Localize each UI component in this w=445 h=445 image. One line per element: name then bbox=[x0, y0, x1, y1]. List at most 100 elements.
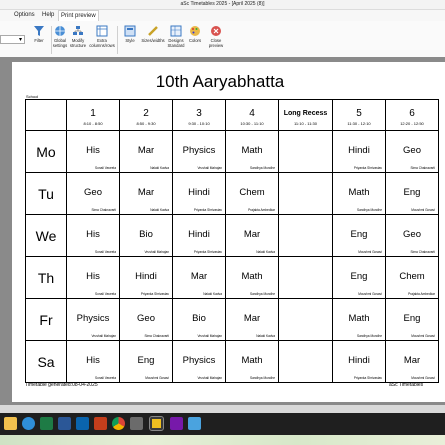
menu-bar: Options Help Print preview bbox=[0, 10, 445, 21]
recess-cell bbox=[278, 214, 333, 257]
menu-help[interactable]: Help bbox=[40, 10, 56, 21]
subject-name: His bbox=[86, 355, 100, 366]
subject-name: Chem bbox=[399, 271, 425, 282]
teacher-name: Sonali Vaveela bbox=[94, 376, 116, 380]
teacher-name: Vrushali Mahajan bbox=[91, 334, 116, 338]
timetable-title: 10th Aaryabhatta bbox=[155, 72, 285, 91]
lesson-cell: Chem Prajakta Ambedkar bbox=[385, 256, 439, 299]
teacher-name: Sandhya Mundhe bbox=[357, 334, 382, 338]
filter-label: Filter bbox=[34, 38, 44, 43]
day-row: We His Sonali Vaveela Bio Vrushali Mahajan Hi… bbox=[25, 214, 439, 257]
teacher-name: Prajakta Ambedkar bbox=[248, 208, 275, 212]
timetable-grid: 1 8:10 - 8:50 2 8:50 - 9:30 3 9:30 - 10:10 … bbox=[25, 99, 439, 383]
structure-icon bbox=[73, 26, 83, 35]
lesson-cell: Mar Nalaki Kadva bbox=[225, 214, 279, 257]
ruler-icon bbox=[148, 26, 158, 36]
teacher-name: Sandhya Mundhe bbox=[250, 166, 275, 170]
outlook-icon[interactable] bbox=[76, 417, 89, 430]
subject-name: Mar bbox=[243, 229, 261, 240]
colors-label: Colors bbox=[188, 38, 202, 43]
day-row: Sa His Sonali Vaveela Eng Moushmi Gosavi Phys… bbox=[25, 340, 439, 383]
lesson-cell: Eng Moushmi Gosavi bbox=[385, 172, 439, 215]
subject-name: His bbox=[86, 271, 100, 282]
excel-icon[interactable] bbox=[40, 417, 53, 430]
menu-options[interactable]: Options bbox=[12, 10, 37, 21]
file-explorer-icon[interactable] bbox=[4, 417, 17, 430]
lesson-cell: Geo Sima Chakravarti bbox=[385, 130, 439, 173]
subject-name: Physics bbox=[182, 355, 216, 366]
lesson-cell: Mar Nalaki Kadva bbox=[119, 130, 173, 173]
timetable-page: 10th Aaryabhatta School 1 8:10 - 8:50 2 8:… bbox=[12, 62, 445, 402]
subject-name: Geo bbox=[137, 313, 155, 324]
teacher-name: Sandhya Mundhe bbox=[250, 292, 275, 296]
day-row: Tu Geo Sima Chakravarti Mar Nalaki Kadva Hind… bbox=[25, 172, 439, 215]
subject-name: Hindi bbox=[348, 145, 370, 156]
teacher-name: Nalaki Kadva bbox=[150, 166, 169, 170]
sizes-widths-label: Sizes/widths bbox=[141, 38, 165, 43]
word-icon[interactable] bbox=[58, 417, 71, 430]
lesson-cell: Hindi Priyanka Shrivastav bbox=[119, 256, 173, 299]
notepad-icon[interactable] bbox=[188, 417, 201, 430]
asc-logo-icon bbox=[152, 419, 161, 428]
lesson-cell: His Sonali Vaveela bbox=[66, 256, 120, 299]
teacher-name: Sonali Vaveela bbox=[94, 292, 116, 296]
period-header: 4 10:30 - 11:10 bbox=[225, 99, 279, 131]
lesson-cell: Bio Vrushali Mahajan bbox=[172, 298, 226, 341]
extra-columns-rows-button[interactable]: Extra columns/rows bbox=[89, 25, 115, 48]
close-preview-button[interactable]: Close preview bbox=[203, 25, 229, 48]
subject-name: Mar bbox=[403, 355, 421, 366]
onenote-icon[interactable] bbox=[170, 417, 183, 430]
subject-name: Mar bbox=[137, 145, 155, 156]
day-label: Mo bbox=[25, 130, 67, 173]
lesson-cell: Math Sandhya Mundhe bbox=[225, 256, 279, 299]
lesson-cell: Hindi Priyanka Shrivastav bbox=[332, 340, 386, 383]
lesson-cell: Eng Moushmi Gosavi bbox=[332, 214, 386, 257]
menu-print-preview[interactable]: Print preview bbox=[58, 10, 99, 21]
subject-name: Hindi bbox=[348, 355, 370, 366]
lesson-cell: Hindi Priyanka Shrivastav bbox=[332, 130, 386, 173]
lesson-cell: Eng Moushmi Gosavi bbox=[332, 256, 386, 299]
modify-structure-button[interactable]: Modify structure bbox=[65, 25, 91, 48]
powerpoint-icon[interactable] bbox=[94, 417, 107, 430]
columns-icon bbox=[96, 25, 108, 37]
subject-name: Geo bbox=[403, 229, 421, 240]
footer-generated: Timetable generated:08-04-2025 bbox=[25, 382, 98, 388]
subject-name: Hindi bbox=[188, 187, 210, 198]
day-label: We bbox=[25, 214, 67, 257]
day-row: Fr Physics Vrushali Mahajan Geo Sima Chakrav… bbox=[25, 298, 439, 341]
teacher-name: Nalaki Kadva bbox=[256, 334, 275, 338]
lesson-cell: Mar Nalaki Kadva bbox=[225, 298, 279, 341]
lesson-cell: Math Sandhya Mundhe bbox=[225, 130, 279, 173]
day-label: Sa bbox=[25, 340, 67, 383]
day-label: Fr bbox=[25, 298, 67, 341]
edge-icon[interactable] bbox=[22, 417, 35, 430]
teacher-name: Priyanka Shrivastav bbox=[193, 250, 222, 254]
view-select[interactable]: ▾ bbox=[0, 35, 25, 44]
teacher-name: Priyanka Shrivastav bbox=[353, 376, 382, 380]
teacher-name: Prajakta Ambedkar bbox=[408, 292, 435, 296]
subject-name: Bio bbox=[139, 229, 153, 240]
recess-cell bbox=[278, 130, 333, 173]
teacher-name: Moushmi Gosavi bbox=[411, 334, 435, 338]
palette-icon bbox=[190, 26, 200, 36]
subject-name: Mar bbox=[243, 313, 261, 324]
lesson-cell: Hindi Priyanka Shrivastav bbox=[172, 172, 226, 215]
lesson-cell: His Sonali Vaveela bbox=[66, 340, 120, 383]
teacher-name: Vrushali Mahajan bbox=[197, 334, 222, 338]
settings-icon[interactable] bbox=[130, 417, 143, 430]
subject-name: Mar bbox=[190, 271, 208, 282]
subject-name: Physics bbox=[76, 313, 110, 324]
day-row: Mo His Sonali Vaveela Mar Nalaki Kadva Physic… bbox=[25, 130, 439, 173]
extra-columns-rows-label: Extra columns/rows bbox=[89, 38, 115, 48]
modify-structure-label: Modify structure bbox=[69, 38, 87, 48]
chrome-icon[interactable] bbox=[112, 417, 125, 430]
recess-cell bbox=[278, 172, 333, 215]
day-label: Tu bbox=[25, 172, 67, 215]
lesson-cell: Math Sandhya Mundhe bbox=[332, 298, 386, 341]
asc-timetables-icon[interactable] bbox=[149, 416, 164, 431]
teacher-name: Vrushali Mahajan bbox=[197, 166, 222, 170]
subject-name: Eng bbox=[350, 271, 368, 282]
style-label: Style bbox=[125, 38, 135, 43]
teacher-name: Vrushali Mahajan bbox=[144, 250, 169, 254]
period-header: 3 9:30 - 10:10 bbox=[172, 99, 226, 131]
